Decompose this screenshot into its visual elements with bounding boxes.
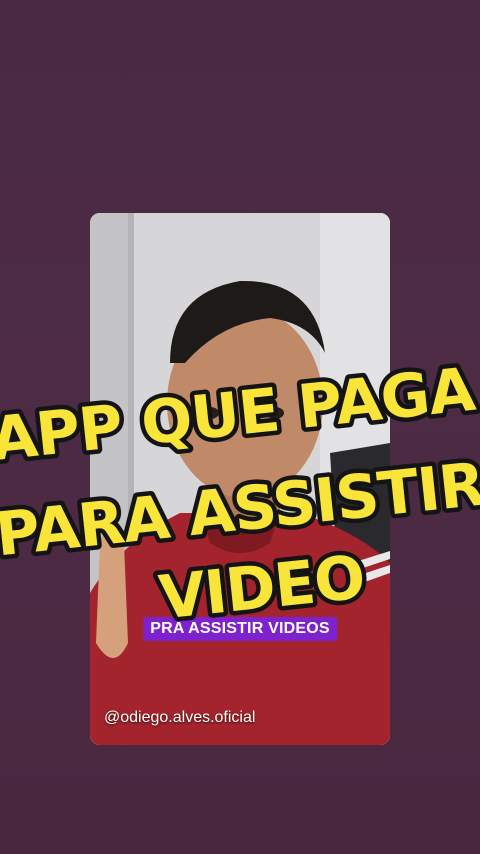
title-line-2: PARA ASSISTIR (0, 450, 480, 571)
title-overlay: APP QUE PAGA PARA ASSISTIR VIDEO (0, 350, 480, 638)
creator-handle[interactable]: @odiego.alves.oficial (104, 709, 255, 727)
title-line-3: VIDEO (156, 542, 368, 633)
